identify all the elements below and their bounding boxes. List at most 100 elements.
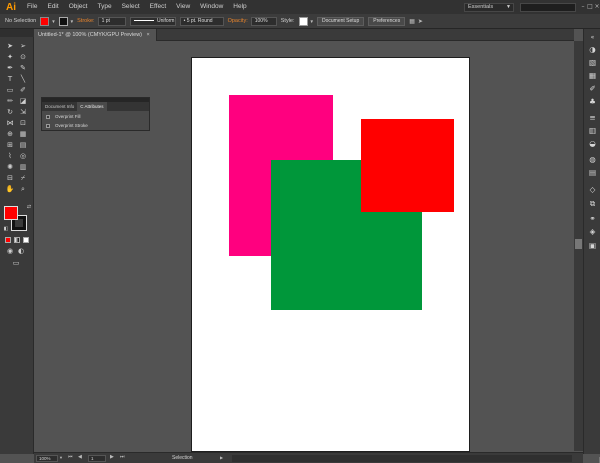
default-fill-stroke-icon[interactable]: ◧ — [1, 225, 11, 234]
artboard-number-field[interactable]: 1 — [88, 455, 106, 462]
workspace-switcher[interactable]: Essentials ▼ — [464, 3, 514, 12]
collapse-panels-icon[interactable]: « — [587, 33, 598, 43]
appearance-panel-icon[interactable]: ◍ — [587, 155, 598, 165]
status-menu-arrow-icon[interactable]: ▶ — [220, 455, 223, 460]
menu-object[interactable]: Object — [64, 0, 93, 14]
menu-type[interactable]: Type — [92, 0, 116, 14]
document-setup-button[interactable]: Document Setup — [316, 16, 365, 26]
last-artboard-icon[interactable]: ⏭ — [120, 454, 125, 460]
column-graph-tool-icon[interactable]: ▥ — [18, 163, 28, 172]
chevron-down-icon[interactable]: ▼ — [51, 19, 55, 24]
stacked-layers-icon[interactable]: ◈ — [587, 227, 598, 237]
horizontal-scrollbar[interactable] — [232, 455, 600, 463]
chevron-down-icon[interactable]: ▼ — [59, 455, 63, 460]
search-input[interactable] — [520, 3, 576, 12]
menu-view[interactable]: View — [171, 0, 195, 14]
opacity-label[interactable]: Opacity: — [228, 18, 248, 24]
color-guide-icon[interactable]: ▧ — [587, 58, 598, 68]
scale-tool-icon[interactable]: ⇲ — [18, 108, 28, 117]
chevron-down-icon[interactable]: ▼ — [70, 19, 74, 24]
shaper-tool-icon[interactable]: ✏ — [5, 97, 15, 106]
selection-tool-icon[interactable]: ➤ — [5, 42, 15, 51]
overprint-stroke-checkbox[interactable] — [46, 123, 50, 128]
paintbrush-tool-icon[interactable]: ✐ — [18, 86, 28, 95]
toolbar-grip[interactable] — [0, 29, 34, 37]
send-icon[interactable]: ➤ — [418, 18, 423, 25]
symbols-panel-icon[interactable]: ♣ — [587, 97, 598, 107]
blend-tool-icon[interactable]: ◎ — [18, 152, 28, 161]
gradient-tool-icon[interactable]: ▤ — [18, 141, 28, 150]
preferences-button[interactable]: Preferences — [368, 16, 406, 26]
links-panel-icon[interactable]: ⚭ — [587, 214, 598, 224]
shape-builder-tool-icon[interactable]: ⊕ — [5, 130, 15, 139]
tab-document-info[interactable]: Document Info — [42, 102, 77, 111]
draw-behind-icon[interactable]: ◐ — [16, 247, 26, 256]
pen-tool-icon[interactable]: ✒ — [5, 64, 15, 73]
overprint-fill-checkbox[interactable] — [46, 114, 50, 119]
type-tool-icon[interactable]: T — [5, 75, 15, 84]
gradient-panel-icon[interactable]: ▥ — [587, 126, 598, 136]
chevron-down-icon[interactable]: ▼ — [310, 19, 314, 24]
next-artboard-icon[interactable]: ▶ — [110, 454, 114, 460]
previous-artboard-icon[interactable]: ◀ — [78, 454, 82, 460]
none-mode-icon[interactable] — [23, 237, 29, 243]
brushes-panel-icon[interactable]: ✐ — [587, 84, 598, 94]
stroke-color-swatch[interactable] — [58, 16, 68, 26]
artboard-tool-icon[interactable]: ⊟ — [5, 174, 15, 183]
current-tool-label[interactable]: Selection — [172, 455, 193, 461]
curvature-tool-icon[interactable]: ✎ — [18, 64, 28, 73]
menu-window[interactable]: Window — [195, 0, 228, 14]
arrange-icon[interactable]: ▦ — [409, 18, 415, 25]
stroke-panel-icon[interactable]: ≡ — [587, 113, 598, 123]
layers-panel-icon[interactable]: ◇ — [587, 185, 598, 195]
color-mode-icon[interactable] — [5, 237, 11, 243]
slice-tool-icon[interactable]: ⌿ — [18, 174, 28, 183]
gradient-mode-icon[interactable] — [14, 237, 20, 243]
minimize-icon[interactable]: – — [580, 2, 586, 11]
menu-edit[interactable]: Edit — [42, 0, 63, 14]
close-icon[interactable]: × — [147, 32, 150, 38]
mesh-tool-icon[interactable]: ⊞ — [5, 141, 15, 150]
menu-effect[interactable]: Effect — [145, 0, 172, 14]
perspective-grid-tool-icon[interactable]: ▦ — [18, 130, 28, 139]
transparency-panel-icon[interactable]: ◒ — [587, 139, 598, 149]
overprint-fill-row[interactable]: Overprint Fill — [46, 114, 81, 119]
maximize-icon[interactable]: □ — [587, 2, 593, 11]
vertical-scrollbar[interactable] — [574, 41, 583, 451]
rotate-tool-icon[interactable]: ↻ — [5, 108, 15, 117]
artboard[interactable] — [191, 57, 470, 452]
stroke-label[interactable]: Stroke: — [77, 18, 94, 24]
libraries-panel-icon[interactable]: ▣ — [587, 241, 598, 251]
line-tool-icon[interactable]: ╲ — [18, 75, 28, 84]
tab-attributes[interactable]: C Attributes — [77, 102, 107, 111]
fill-color-box[interactable] — [4, 206, 18, 220]
menu-file[interactable]: File — [22, 0, 42, 14]
symbol-sprayer-tool-icon[interactable]: ✺ — [5, 163, 15, 172]
rectangle-tool-icon[interactable]: ▭ — [5, 86, 15, 95]
vertical-scroll-thumb[interactable] — [575, 239, 582, 249]
zoom-field[interactable]: 100% — [36, 455, 58, 462]
swap-fill-stroke-icon[interactable]: ⇄ — [24, 203, 34, 212]
red-rectangle[interactable] — [361, 119, 454, 212]
brush-definition[interactable]: • 5 pt. Round — [179, 16, 224, 26]
close-icon[interactable]: × — [594, 2, 600, 11]
stroke-weight-field[interactable]: 1 pt — [97, 16, 126, 26]
fill-color-swatch[interactable] — [40, 16, 50, 26]
draw-normal-icon[interactable]: ◉ — [5, 247, 15, 256]
zoom-tool-icon[interactable]: ⌕ — [18, 185, 28, 194]
magic-wand-tool-icon[interactable]: ✦ — [5, 53, 15, 62]
graphic-styles-icon[interactable]: ▤ — [587, 168, 598, 178]
overprint-stroke-row[interactable]: Overprint Stroke — [46, 123, 88, 128]
first-artboard-icon[interactable]: ⏮ — [68, 454, 73, 460]
opacity-field[interactable]: 100% — [250, 16, 277, 26]
menu-help[interactable]: Help — [228, 0, 251, 14]
menu-select[interactable]: Select — [117, 0, 145, 14]
color-panel-icon[interactable]: ◑ — [587, 45, 598, 55]
direct-selection-tool-icon[interactable]: ➢ — [18, 42, 28, 51]
artboards-panel-icon[interactable]: ⧉ — [587, 199, 598, 209]
lasso-tool-icon[interactable]: ⊙ — [18, 53, 28, 62]
eraser-tool-icon[interactable]: ◪ — [18, 97, 28, 106]
screen-mode-icon[interactable]: ▭ — [11, 259, 21, 268]
variable-width-profile[interactable]: Uniform — [129, 16, 176, 26]
width-tool-icon[interactable]: ⋈ — [5, 119, 15, 128]
